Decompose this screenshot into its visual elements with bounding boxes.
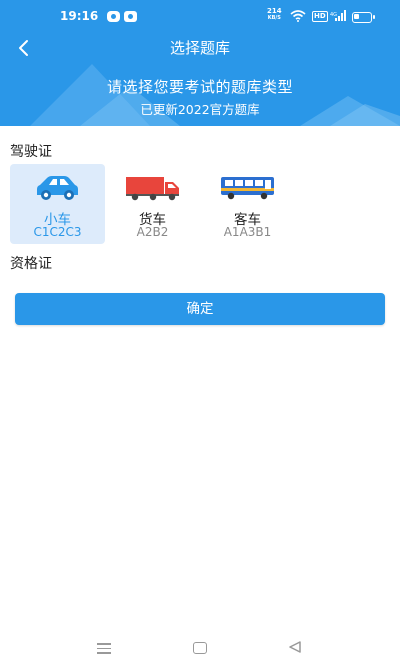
notification-camera-icon	[124, 11, 137, 22]
header-banner: 选择题库 请选择您要考试的题库类型 已更新2022官方题库	[0, 34, 400, 126]
status-bar: 19:16 214 KB/S HD 4G	[0, 0, 400, 34]
vehicle-type-bus[interactable]: 客车 A1A3B1	[200, 164, 295, 244]
vehicle-type-code: A2B2	[136, 225, 169, 239]
section-title-license: 驾驶证	[10, 144, 52, 160]
hd-badge: HD	[312, 11, 328, 22]
notification-app-icon	[107, 11, 120, 22]
back-triangle-icon[interactable]	[288, 641, 302, 653]
battery-tip	[373, 15, 375, 19]
home-icon[interactable]	[193, 642, 207, 654]
page-title: 选择题库	[169, 39, 230, 57]
network-speed: 214 KB/S	[267, 8, 282, 22]
battery-icon	[352, 12, 372, 23]
status-time: 19:16	[60, 9, 99, 23]
section-title-certificate: 资格证	[10, 256, 52, 272]
network-speed-value: 214	[267, 7, 282, 15]
banner-text: 请选择您要考试的题库类型	[106, 78, 293, 96]
car-icon	[37, 176, 78, 200]
vehicle-type-code: A1A3B1	[223, 225, 272, 239]
confirm-button[interactable]: 确定	[15, 293, 385, 325]
network-speed-unit: KB/S	[267, 15, 281, 21]
wifi-icon	[290, 10, 306, 22]
menu-icon[interactable]	[97, 643, 111, 657]
truck-icon	[126, 177, 179, 201]
svg-text:4G: 4G	[330, 12, 337, 18]
vehicle-type-code: C1C2C3	[33, 225, 82, 239]
signal-icon: 4G	[330, 10, 346, 21]
system-nav-bar	[0, 626, 400, 666]
banner-subtext: 已更新2022官方题库	[140, 102, 260, 117]
bus-icon	[221, 177, 274, 200]
vehicle-type-truck[interactable]: 货车 A2B2	[105, 164, 200, 244]
vehicle-type-car[interactable]: 小车 C1C2C3	[10, 164, 105, 244]
